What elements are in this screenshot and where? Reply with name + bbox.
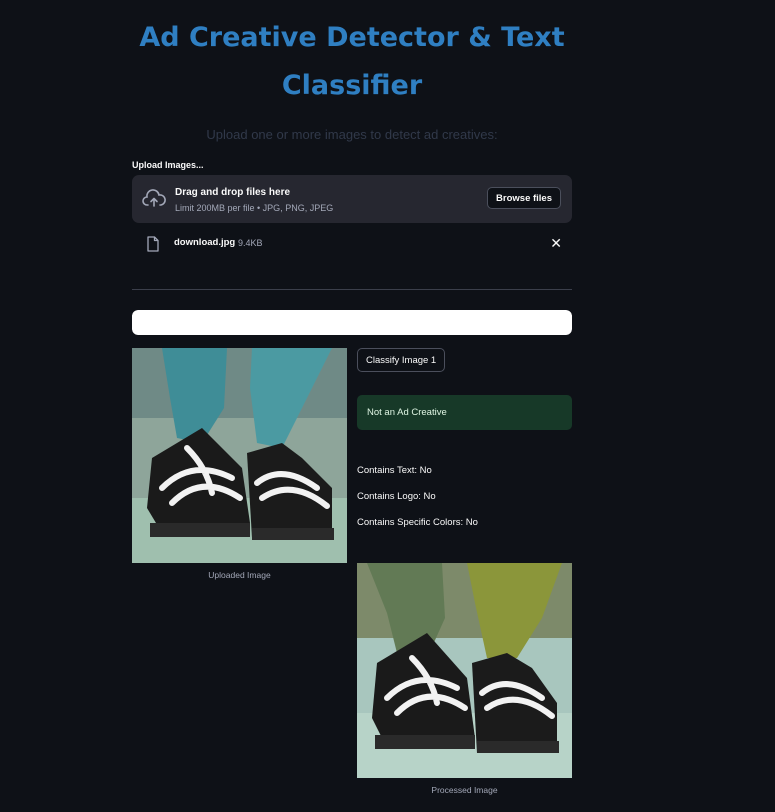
processed-image-caption: Processed Image	[431, 785, 498, 795]
classify-image-button[interactable]: Classify Image 1	[357, 348, 446, 372]
dropzone-instructions: Drag and drop files here	[175, 187, 291, 198]
page-title: Ad Creative Detector & Text Classifier	[132, 14, 572, 110]
dropzone-limit: Limit 200MB per file • JPG, PNG, JPEG	[175, 203, 334, 213]
contains-logo: Contains Logo: No	[357, 491, 436, 502]
classification-result: Not an Ad Creative	[357, 395, 572, 430]
progress-bar-fill	[132, 310, 572, 335]
file-size: 9.4KB	[238, 238, 263, 248]
uploaded-image	[132, 348, 347, 563]
subtitle: Upload one or more images to detect ad c…	[206, 127, 498, 142]
file-dropzone[interactable]: Drag and drop files here Limit 200MB per…	[132, 175, 572, 223]
uploaded-file-item: download.jpg 9.4KB ✕	[132, 233, 572, 255]
classification-status: Not an Ad Creative	[367, 407, 447, 418]
contains-text: Contains Text: No	[357, 465, 432, 476]
title-line-2: Classifier	[281, 70, 423, 101]
contains-colors: Contains Specific Colors: No	[357, 517, 478, 528]
divider	[132, 289, 572, 290]
uploaded-image-caption: Uploaded Image	[208, 570, 271, 580]
file-name: download.jpg	[174, 237, 236, 248]
title-line-1: Ad Creative Detector & Text	[139, 22, 565, 53]
processed-image	[357, 563, 572, 778]
progress-bar	[132, 310, 572, 335]
cloud-upload-icon	[142, 189, 166, 209]
browse-files-button[interactable]: Browse files	[487, 187, 561, 209]
file-icon	[147, 236, 159, 252]
close-icon[interactable]: ✕	[550, 235, 562, 252]
upload-label: Upload Images...	[132, 160, 204, 170]
